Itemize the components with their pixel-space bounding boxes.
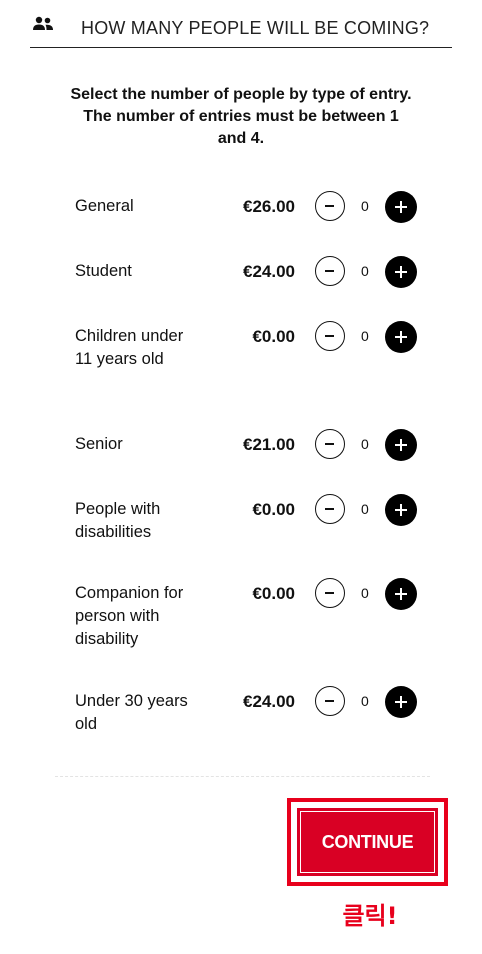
ticket-count: 0 (361, 436, 369, 452)
decrement-button[interactable] (315, 686, 345, 716)
ticket-label: General (75, 197, 134, 215)
decrement-button[interactable] (315, 321, 345, 351)
divider (55, 776, 430, 777)
increment-button[interactable] (385, 321, 417, 353)
ticket-price: €0.00 (252, 584, 295, 603)
ticket-count: 0 (361, 328, 369, 344)
ticket-label: Companion for person with disability (75, 584, 184, 648)
ticket-price: €24.00 (243, 692, 295, 711)
ticket-label: Senior (75, 435, 123, 453)
increment-button[interactable] (385, 686, 417, 718)
ticket-count: 0 (361, 501, 369, 517)
instructions-text: Select the number of people by type of e… (70, 86, 412, 147)
decrement-button[interactable] (315, 429, 345, 459)
decrement-button[interactable] (315, 256, 345, 286)
increment-button[interactable] (385, 191, 417, 223)
people-icon (33, 16, 53, 30)
ticket-price: €26.00 (243, 197, 295, 216)
decrement-button[interactable] (315, 191, 345, 221)
click-annotation: 클릭! (342, 902, 398, 930)
increment-button[interactable] (385, 429, 417, 461)
ticket-price: €0.00 (252, 327, 295, 346)
ticket-price: €21.00 (243, 435, 295, 454)
ticket-count: 0 (361, 693, 369, 709)
decrement-button[interactable] (315, 494, 345, 524)
increment-button[interactable] (385, 578, 417, 610)
ticket-label: People with disabilities (75, 500, 161, 541)
ticket-price: €0.00 (252, 500, 295, 519)
ticket-count: 0 (361, 263, 369, 279)
header: HOW MANY PEOPLE WILL BE COMING? (30, 10, 452, 48)
increment-button[interactable] (385, 494, 417, 526)
ticket-count: 0 (361, 585, 369, 601)
ticket-count: 0 (361, 198, 369, 214)
ticket-label: Student (75, 262, 132, 280)
page-title: HOW MANY PEOPLE WILL BE COMING? (81, 18, 430, 38)
ticket-label: Children under 11 years old (75, 327, 184, 368)
ticket-label: Under 30 years old (75, 692, 188, 733)
ticket-price: €24.00 (243, 262, 295, 281)
increment-button[interactable] (385, 256, 417, 288)
decrement-button[interactable] (315, 578, 345, 608)
continue-button[interactable]: CONTINUE (297, 808, 438, 876)
click-highlight-box: CONTINUE (287, 798, 448, 886)
